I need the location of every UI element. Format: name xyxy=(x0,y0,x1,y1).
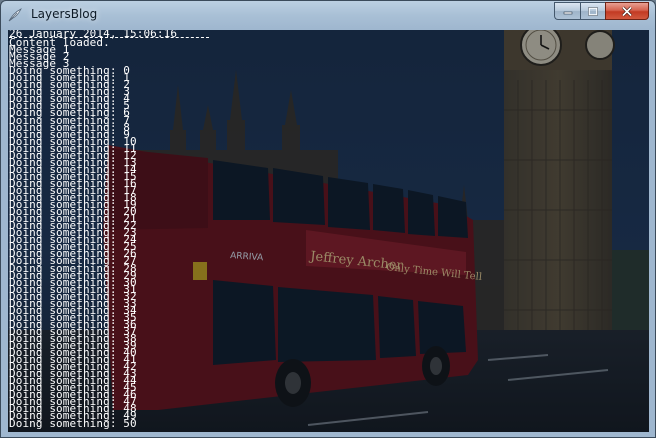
window-title: LayersBlog xyxy=(31,7,98,21)
maximize-icon xyxy=(588,6,598,16)
client-area: Jeffrey Archer Only Time Will Tell ARRIV… xyxy=(8,30,649,432)
feather-icon xyxy=(8,8,22,22)
console-line: Doing something: 50 xyxy=(9,416,137,430)
minimize-button[interactable] xyxy=(554,2,580,20)
caption-buttons xyxy=(554,2,649,21)
minimize-icon xyxy=(563,11,572,15)
console-log-lines: Content loaded. Message 1 Message 2 Message… xyxy=(9,37,409,430)
close-button[interactable] xyxy=(605,2,649,20)
app-window: LayersBlog Jeffrey Archer Only Time Will… xyxy=(0,0,656,438)
title-bar[interactable]: LayersBlog xyxy=(1,1,655,29)
console-output: 26 January 2014, 15:06:16 Content loaded… xyxy=(9,30,409,430)
maximize-button[interactable] xyxy=(580,2,605,20)
close-icon xyxy=(621,5,633,17)
